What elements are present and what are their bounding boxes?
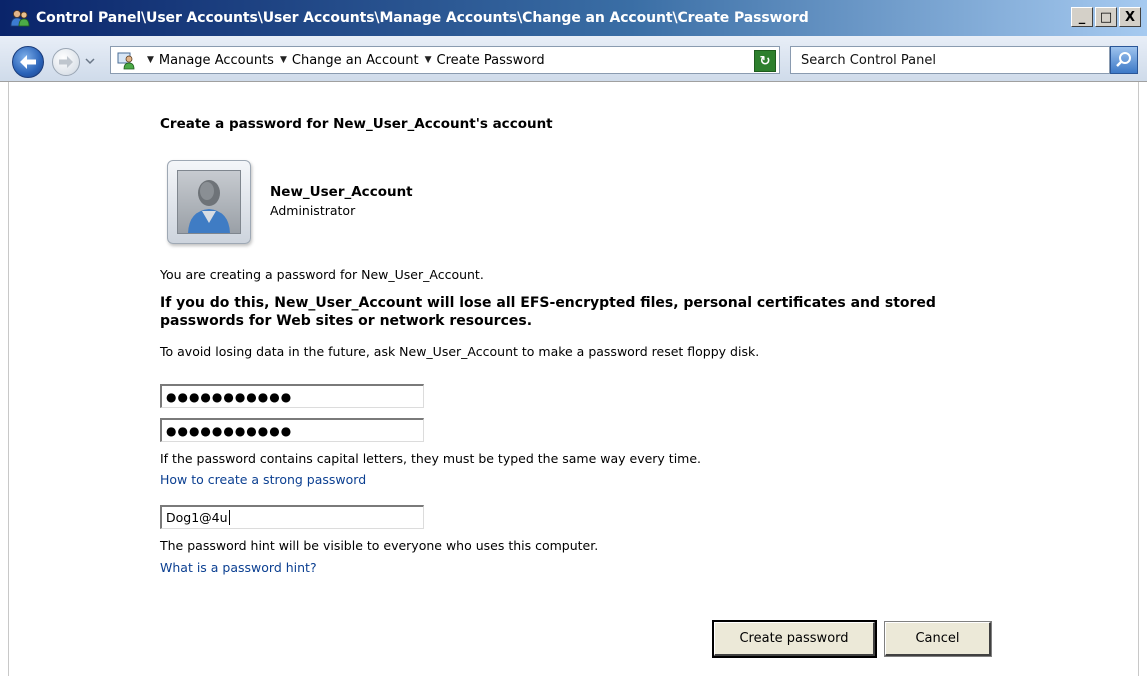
refresh-button[interactable]: ↻ <box>754 50 776 72</box>
close-button[interactable]: X <box>1119 7 1141 27</box>
password-value: ●●●●●●●●●●● <box>166 389 293 404</box>
user-picture <box>177 170 241 234</box>
search-input[interactable]: Search Control Panel <box>790 46 1110 74</box>
breadcrumb-item[interactable]: ▼ Manage Accounts <box>141 53 274 68</box>
password-hint-link[interactable]: What is a password hint? <box>160 560 317 575</box>
confirm-password-field[interactable]: ●●●●●●●●●●● <box>160 418 424 442</box>
history-dropdown-button[interactable] <box>84 55 96 67</box>
confirm-password-value: ●●●●●●●●●●● <box>166 423 293 438</box>
password-hint-field[interactable]: Dog1@4u <box>160 505 424 529</box>
content-pane: Create a password for New_User_Account's… <box>8 82 1139 676</box>
maximize-button[interactable]: □ <box>1095 7 1117 27</box>
breadcrumb-item[interactable]: ▼ Change an Account <box>274 53 419 68</box>
title-bar: Control Panel\User Accounts\User Account… <box>0 0 1147 36</box>
refresh-icon: ↻ <box>759 53 771 69</box>
avatar <box>167 160 251 244</box>
user-role: Administrator <box>270 203 356 218</box>
breadcrumb-label: Manage Accounts <box>158 52 274 68</box>
breadcrumb-label: Change an Account <box>291 52 419 68</box>
address-field[interactable]: ▼ Manage Accounts ▼ Change an Account ▼ … <box>110 46 848 74</box>
new-password-field[interactable]: ●●●●●●●●●●● <box>160 384 424 408</box>
forward-button[interactable] <box>52 48 80 76</box>
search-button[interactable] <box>1110 46 1138 74</box>
hint-note: The password hint will be visible to eve… <box>160 538 599 553</box>
forward-arrow-icon <box>59 56 73 68</box>
minimize-button[interactable]: _ <box>1071 7 1093 27</box>
strong-password-link[interactable]: How to create a strong password <box>160 472 366 487</box>
breadcrumb-item[interactable]: ▼ Create Password <box>419 53 545 68</box>
address-bar: ▼ Manage Accounts ▼ Change an Account ▼ … <box>0 36 1147 82</box>
window-controls: _ □ X <box>1071 7 1141 27</box>
advice-text: To avoid losing data in the future, ask … <box>160 344 760 359</box>
info-text: You are creating a password for New_User… <box>160 267 484 282</box>
chevron-down-icon <box>85 58 95 65</box>
user-silhouette-icon <box>188 180 230 233</box>
search-icon <box>1116 52 1131 67</box>
create-password-button[interactable]: Create password <box>712 620 877 658</box>
page-title: Create a password for New_User_Account's… <box>160 116 553 132</box>
caps-note: If the password contains capital letters… <box>160 451 702 466</box>
users-icon <box>10 8 30 28</box>
control-panel-icon <box>117 50 137 70</box>
user-name: New_User_Account <box>270 184 413 200</box>
window-title: Control Panel\User Accounts\User Account… <box>36 10 809 26</box>
breadcrumb-arrow-icon: ▼ <box>424 55 432 65</box>
warning-text: If you do this, New_User_Account will lo… <box>160 295 936 329</box>
breadcrumb-arrow-icon: ▼ <box>279 55 287 65</box>
hint-value: Dog1@4u <box>166 510 228 525</box>
back-button[interactable] <box>12 46 44 78</box>
back-arrow-icon <box>20 55 36 69</box>
text-caret <box>228 510 230 525</box>
cancel-button[interactable]: Cancel <box>884 621 992 657</box>
breadcrumb-label: Create Password <box>436 52 545 68</box>
breadcrumb-arrow-icon: ▼ <box>147 55 154 65</box>
